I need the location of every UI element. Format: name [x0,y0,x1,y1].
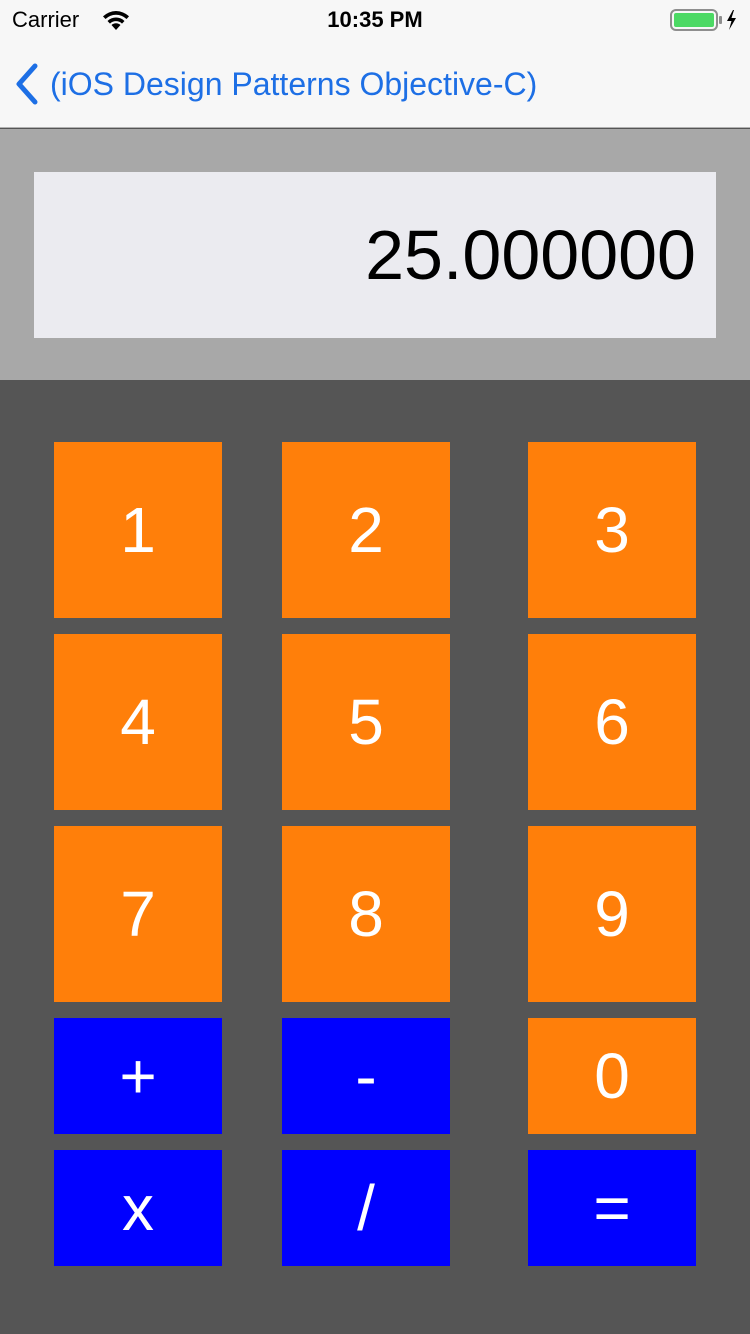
clock-time: 10:35 PM [327,7,423,32]
navigation-bar: (iOS Design Patterns Objective-C) [0,40,750,128]
keypad: 1 2 3 4 5 6 7 8 9 + - 0 x / = [0,380,750,1334]
chevron-left-icon [16,63,38,105]
back-button[interactable]: (iOS Design Patterns Objective-C) [14,60,537,108]
key-1-button[interactable]: 1 [54,442,222,618]
add-button[interactable]: + [54,1018,222,1134]
key-3-button[interactable]: 3 [528,442,696,618]
result-value: 25.000000 [365,216,696,294]
key-6-button[interactable]: 6 [528,634,696,810]
status-bar: Carrier 10:35 PM [0,0,750,40]
multiply-button[interactable]: x [54,1150,222,1266]
key-0-button[interactable]: 0 [528,1018,696,1134]
subtract-button[interactable]: - [282,1018,450,1134]
equals-button[interactable]: = [528,1150,696,1266]
key-8-button[interactable]: 8 [282,826,450,1002]
key-2-button[interactable]: 2 [282,442,450,618]
battery-charging-icon [670,9,736,31]
divide-button[interactable]: / [282,1150,450,1266]
back-button-label: (iOS Design Patterns Objective-C) [50,65,538,102]
key-5-button[interactable]: 5 [282,634,450,810]
display-panel: 25.000000 [0,129,750,380]
key-9-button[interactable]: 9 [528,826,696,1002]
key-4-button[interactable]: 4 [54,634,222,810]
result-display: 25.000000 [34,172,716,338]
key-7-button[interactable]: 7 [54,826,222,1002]
